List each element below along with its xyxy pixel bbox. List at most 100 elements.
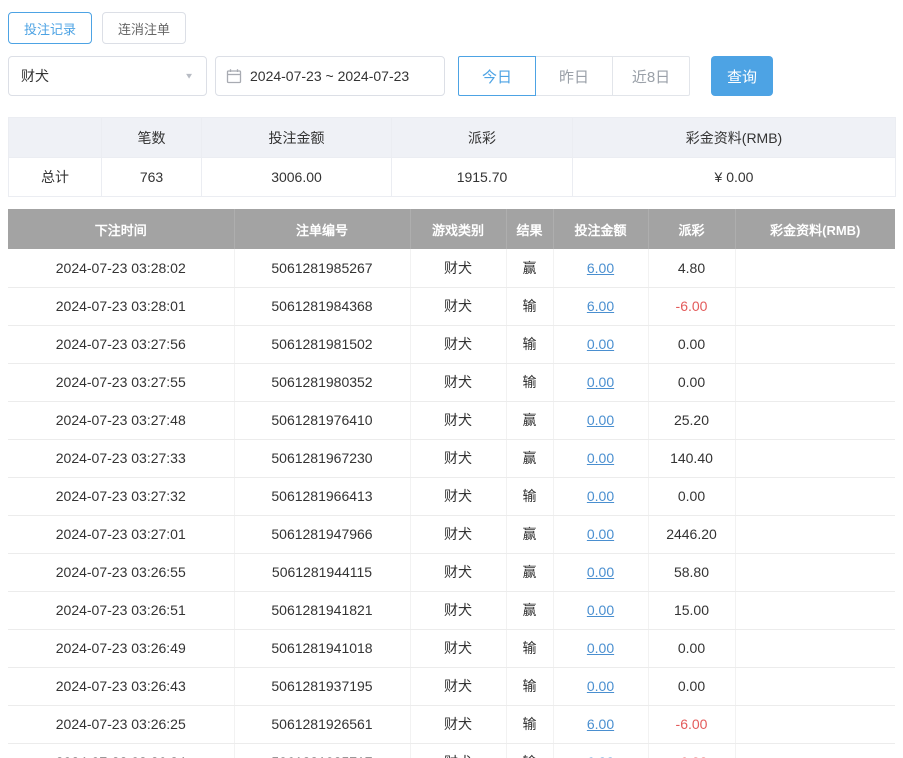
table-row: 2024-07-23 03:26:24 5061281925717 财犬 输 6…: [8, 743, 895, 758]
result-cell: 输: [506, 667, 554, 706]
bet-amount-link[interactable]: 0.00: [587, 640, 614, 656]
header-result: 结果: [506, 209, 554, 249]
payout-cell: 0.00: [648, 477, 736, 516]
bonus-cell: [735, 363, 895, 402]
game-type-cell: 财犬: [410, 249, 507, 288]
header-payout: 派彩: [648, 209, 736, 249]
game-type-cell: 财犬: [410, 439, 507, 478]
date-range-input[interactable]: 2024-07-23 ~ 2024-07-23: [215, 56, 445, 96]
summary-total-label: 总计: [8, 157, 102, 197]
order-number-cell: 5061281985267: [234, 249, 411, 288]
table-row: 2024-07-23 03:28:02 5061281985267 财犬 赢 6…: [8, 249, 895, 288]
order-number-cell: 5061281947966: [234, 515, 411, 554]
table-row: 2024-07-23 03:28:01 5061281984368 财犬 输 6…: [8, 287, 895, 326]
table-row: 2024-07-23 03:26:25 5061281926561 财犬 输 6…: [8, 705, 895, 744]
bet-time-cell: 2024-07-23 03:27:01: [8, 515, 235, 554]
header-bonus: 彩金资料(RMB): [735, 209, 895, 249]
payout-cell: 4.80: [648, 249, 736, 288]
bet-amount-link[interactable]: 0.00: [587, 336, 614, 352]
bet-time-cell: 2024-07-23 03:26:55: [8, 553, 235, 592]
summary-header-bonus: 彩金资料(RMB): [572, 117, 896, 158]
bonus-cell: [735, 477, 895, 516]
bet-amount-link[interactable]: 0.00: [587, 450, 614, 466]
order-number-cell: 5061281967230: [234, 439, 411, 478]
payout-cell: 0.00: [648, 629, 736, 668]
bonus-cell: [735, 287, 895, 326]
game-type-cell: 财犬: [410, 591, 507, 630]
game-type-cell: 财犬: [410, 287, 507, 326]
payout-cell: 0.00: [648, 667, 736, 706]
bet-amount-link[interactable]: 6.00: [587, 716, 614, 732]
quick-range-group: 今日 昨日 近8日: [458, 56, 690, 96]
game-type-cell: 财犬: [410, 325, 507, 364]
summary-header-bet: 投注金额: [201, 117, 392, 158]
today-button[interactable]: 今日: [458, 56, 536, 96]
table-row: 2024-07-23 03:27:33 5061281967230 财犬 赢 0…: [8, 439, 895, 478]
summary-total-row: 总计 763 3006.00 1915.70 ¥ 0.00: [8, 157, 896, 197]
bet-time-cell: 2024-07-23 03:26:25: [8, 705, 235, 744]
bet-amount-cell: 0.00: [553, 325, 649, 364]
result-cell: 输: [506, 477, 554, 516]
bet-time-cell: 2024-07-23 03:26:49: [8, 629, 235, 668]
result-cell: 输: [506, 705, 554, 744]
result-cell: 输: [506, 629, 554, 668]
table-row: 2024-07-23 03:26:55 5061281944115 财犬 赢 0…: [8, 553, 895, 592]
tab-betting-records[interactable]: 投注记录: [8, 12, 93, 44]
records-header-row: 下注时间 注单编号 游戏类别 结果 投注金额 派彩 彩金资料(RMB): [8, 209, 895, 249]
bet-amount-cell: 6.00: [553, 287, 649, 326]
result-cell: 赢: [506, 439, 554, 478]
payout-cell: 15.00: [648, 591, 736, 630]
table-row: 2024-07-23 03:26:43 5061281937195 财犬 输 0…: [8, 667, 895, 706]
bet-amount-link[interactable]: 0.00: [587, 412, 614, 428]
header-order-number: 注单编号: [234, 209, 411, 249]
bet-amount-link[interactable]: 0.00: [587, 526, 614, 542]
bonus-cell: [735, 249, 895, 288]
query-button[interactable]: 查询: [711, 56, 773, 96]
game-type-cell: 财犬: [410, 667, 507, 706]
header-bet-time: 下注时间: [8, 209, 235, 249]
bet-amount-cell: 0.00: [553, 629, 649, 668]
bonus-cell: [735, 743, 895, 758]
summary-header-payout: 派彩: [391, 117, 573, 158]
payout-cell: 140.40: [648, 439, 736, 478]
bet-time-cell: 2024-07-23 03:27:48: [8, 401, 235, 440]
summary-header-row: 笔数 投注金额 派彩 彩金资料(RMB): [8, 117, 896, 158]
chevron-down-icon: ▼: [184, 71, 194, 81]
result-cell: 赢: [506, 591, 554, 630]
bet-amount-link[interactable]: 0.00: [587, 678, 614, 694]
bonus-cell: [735, 667, 895, 706]
game-type-cell: 财犬: [410, 477, 507, 516]
bet-amount-link[interactable]: 0.00: [587, 564, 614, 580]
bet-amount-link[interactable]: 0.00: [587, 602, 614, 618]
summary-count-value: 763: [101, 157, 202, 197]
bonus-cell: [735, 325, 895, 364]
header-bet-amount: 投注金额: [553, 209, 649, 249]
bet-amount-cell: 6.00: [553, 249, 649, 288]
bet-amount-link[interactable]: 0.00: [587, 374, 614, 390]
bonus-cell: [735, 591, 895, 630]
payout-cell: 0.00: [648, 325, 736, 364]
bet-amount-link[interactable]: 0.00: [587, 488, 614, 504]
order-number-cell: 5061281981502: [234, 325, 411, 364]
table-row: 2024-07-23 03:26:49 5061281941018 财犬 输 0…: [8, 629, 895, 668]
tab-canceled-orders[interactable]: 连消注单: [102, 12, 187, 44]
game-select[interactable]: 财犬 ▼: [8, 56, 207, 96]
payout-cell: 2446.20: [648, 515, 736, 554]
order-number-cell: 5061281976410: [234, 401, 411, 440]
bet-amount-cell: 0.00: [553, 401, 649, 440]
bet-amount-link[interactable]: 6.00: [587, 754, 614, 758]
bet-amount-link[interactable]: 6.00: [587, 260, 614, 276]
summary-payout-value: 1915.70: [391, 157, 573, 197]
records-table: 下注时间 注单编号 游戏类别 结果 投注金额 派彩 彩金资料(RMB) 2024…: [8, 209, 895, 758]
yesterday-button[interactable]: 昨日: [535, 56, 613, 96]
result-cell: 输: [506, 363, 554, 402]
summary-header-count: 笔数: [101, 117, 202, 158]
betting-records-page: 投注记录 连消注单 财犬 ▼ 2024-07-23 ~ 2024-07-23 今…: [0, 12, 903, 758]
bet-amount-cell: 0.00: [553, 553, 649, 592]
last-8-days-button[interactable]: 近8日: [612, 56, 690, 96]
game-type-cell: 财犬: [410, 705, 507, 744]
bet-amount-link[interactable]: 6.00: [587, 298, 614, 314]
bonus-cell: [735, 515, 895, 554]
summary-header-blank: [8, 117, 102, 158]
result-cell: 赢: [506, 249, 554, 288]
